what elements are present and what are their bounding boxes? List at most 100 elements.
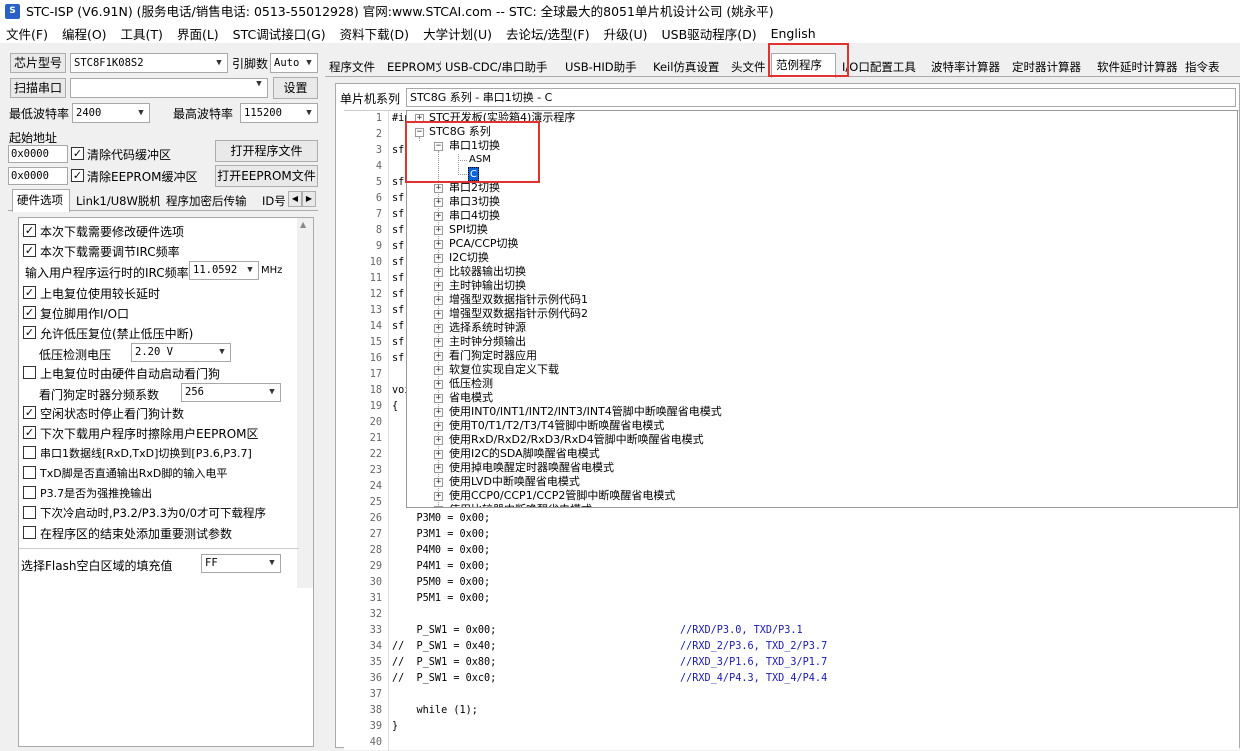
expand-icon[interactable]: +: [434, 240, 443, 249]
option-row[interactable]: ✓ 本次下载需要调节IRC频率: [21, 242, 291, 260]
pin-count-select[interactable]: Auto ▼: [270, 53, 318, 73]
start-address-input-2[interactable]: 0x0000: [8, 167, 68, 185]
option-row[interactable]: ✓ 复位脚用作I/O口: [21, 304, 291, 322]
expand-icon[interactable]: +: [434, 338, 443, 347]
tree-node-item[interactable]: 增强型双数据指针示例代码1: [449, 293, 588, 307]
expand-icon[interactable]: +: [434, 198, 443, 207]
expand-icon[interactable]: +: [434, 464, 443, 473]
top-tab-7[interactable]: I/O口配置工具: [838, 56, 927, 77]
option-checkbox[interactable]: [23, 366, 36, 379]
irc-frequency-select[interactable]: 11.0592 ▼: [189, 261, 259, 280]
tree-node-item[interactable]: 使用INT0/INT1/INT2/INT3/INT4管脚中断唤醒省电模式: [449, 405, 722, 419]
flash-fill-select[interactable]: FF ▼: [201, 554, 281, 573]
settings-button[interactable]: 设置: [273, 77, 318, 99]
tree-node-item[interactable]: 使用LVD中断唤醒省电模式: [449, 475, 580, 489]
tab-hardware-options[interactable]: 硬件选项: [12, 189, 70, 212]
tree-node-item[interactable]: 主时钟输出切换: [449, 279, 526, 293]
min-baud-select[interactable]: 2400 ▼: [72, 103, 150, 123]
max-baud-select[interactable]: 115200 ▼: [240, 103, 318, 123]
example-tree-dropdown[interactable]: + STC开发板(实验箱4)演示程序 − STC8G 系列 − 串口1切换 ASM C + 串口2…: [406, 110, 1238, 508]
expand-icon[interactable]: +: [434, 310, 443, 319]
top-tab-11[interactable]: 指令表: [1181, 56, 1237, 77]
option-checkbox[interactable]: ✓: [23, 406, 36, 419]
expand-icon[interactable]: +: [434, 296, 443, 305]
option-row[interactable]: 下次冷启动时,P3.2/P3.3为0/0才可下载程序: [21, 504, 291, 522]
series-select[interactable]: STC8G 系列 - 串口1切换 - C: [406, 88, 1236, 107]
option-row[interactable]: 串口1数据线[RxD,TxD]切换到[P3.6,P3.7]: [21, 444, 291, 462]
scroll-up-icon[interactable]: ▲: [300, 220, 306, 229]
menu-item-6[interactable]: 大学计划(U): [423, 24, 492, 43]
tab-link1-offline[interactable]: Link1/U8W脱机: [72, 191, 160, 211]
clear-code-checkbox[interactable]: ✓: [71, 147, 84, 160]
tree-node-item[interactable]: 使用掉电唤醒定时器唤醒省电模式: [449, 461, 614, 475]
expand-icon[interactable]: +: [415, 114, 424, 123]
menu-item-3[interactable]: 界面(L): [177, 24, 219, 43]
chip-model-button[interactable]: 芯片型号: [10, 53, 66, 73]
option-checkbox[interactable]: ✓: [23, 244, 36, 257]
option-row[interactable]: ✓ 允许低压复位(禁止低压中断): [21, 324, 291, 342]
expand-icon[interactable]: +: [434, 268, 443, 277]
expand-icon[interactable]: +: [434, 226, 443, 235]
tree-node-item[interactable]: 看门狗定时器应用: [449, 349, 537, 363]
option-row[interactable]: 上电复位时由硬件自动启动看门狗: [21, 364, 291, 382]
option-row[interactable]: ✓ 上电复位使用较长延时: [21, 284, 291, 302]
collapse-icon[interactable]: −: [415, 128, 424, 137]
option-checkbox[interactable]: ✓: [23, 426, 36, 439]
collapse-icon[interactable]: −: [434, 142, 443, 151]
expand-icon[interactable]: +: [434, 422, 443, 431]
tree-node-item[interactable]: 使用I2C的SDA脚唤醒省电模式: [449, 447, 600, 461]
tree-node-item[interactable]: 使用CCP0/CCP1/CCP2管脚中断唤醒省电模式: [449, 489, 675, 503]
tree-node-item[interactable]: PCA/CCP切换: [449, 237, 519, 251]
tree-node-item[interactable]: 增强型双数据指针示例代码2: [449, 307, 588, 321]
tree-node-item[interactable]: 选择系统时钟源: [449, 321, 526, 335]
top-tab-3[interactable]: USB-HID助手: [561, 56, 649, 77]
tree-node-item[interactable]: 串口4切换: [449, 209, 500, 223]
tree-node-item[interactable]: 使用比较器中断唤醒省电模式: [449, 503, 592, 507]
top-tab-1[interactable]: EEPROM文件: [383, 56, 441, 77]
option-row[interactable]: ✓ 下次下载用户程序时擦除用户EEPROM区: [21, 424, 291, 442]
tab-scroll-left-icon[interactable]: ◀: [288, 191, 302, 207]
open-eeprom-file-button[interactable]: 打开EEPROM文件: [215, 165, 318, 187]
expand-icon[interactable]: +: [434, 380, 443, 389]
option-checkbox[interactable]: ✓: [23, 326, 36, 339]
top-tab-2[interactable]: USB-CDC/串口助手: [441, 56, 561, 77]
expand-icon[interactable]: +: [434, 352, 443, 361]
expand-icon[interactable]: +: [434, 394, 443, 403]
tree-node-item[interactable]: 串口2切换: [449, 181, 500, 195]
start-address-input-1[interactable]: 0x0000: [8, 145, 68, 163]
tree-node-item[interactable]: 省电模式: [449, 391, 493, 405]
menu-item-8[interactable]: 升级(U): [604, 24, 648, 43]
top-tab-8[interactable]: 波特率计算器: [927, 56, 1008, 77]
tree-node-item[interactable]: 使用RxD/RxD2/RxD3/RxD4管脚中断唤醒省电模式: [449, 433, 704, 447]
tree-node-asm[interactable]: ASM: [469, 153, 491, 167]
menu-item-4[interactable]: STC调试接口(G): [233, 24, 326, 43]
tree-node-uart1-switch[interactable]: 串口1切换: [449, 139, 500, 153]
expand-icon[interactable]: +: [434, 324, 443, 333]
expand-icon[interactable]: +: [434, 184, 443, 193]
menu-item-1[interactable]: 编程(O): [62, 24, 107, 43]
option-row[interactable]: 在程序区的结束处添加重要测试参数: [21, 524, 291, 542]
options-scrollbar[interactable]: ▲: [297, 218, 313, 588]
tree-node-item[interactable]: SPI切换: [449, 223, 488, 237]
clear-eeprom-checkbox[interactable]: ✓: [71, 169, 84, 182]
expand-icon[interactable]: +: [434, 450, 443, 459]
expand-icon[interactable]: +: [434, 478, 443, 487]
option-checkbox[interactable]: [23, 486, 36, 499]
expand-icon[interactable]: +: [434, 212, 443, 221]
tree-node-item[interactable]: 串口3切换: [449, 195, 500, 209]
option-checkbox[interactable]: [23, 506, 36, 519]
tree-node-item[interactable]: 低压检测: [449, 377, 493, 391]
option-checkbox[interactable]: ✓: [23, 224, 36, 237]
top-tab-6[interactable]: 范例程序: [771, 53, 836, 78]
tree-node-item[interactable]: 使用T0/T1/T2/T3/T4管脚中断唤醒省电模式: [449, 419, 664, 433]
menu-item-7[interactable]: 去论坛/选型(F): [506, 24, 590, 43]
top-tab-10[interactable]: 软件延时计算器: [1093, 56, 1181, 77]
option-checkbox[interactable]: ✓: [23, 306, 36, 319]
option-checkbox[interactable]: [23, 526, 36, 539]
tab-scroll-right-icon[interactable]: ▶: [302, 191, 316, 207]
tree-node-c-selected[interactable]: C: [468, 167, 479, 181]
option-row[interactable]: ✓ 空闲状态时停止看门狗计数: [21, 404, 291, 422]
option-checkbox[interactable]: [23, 466, 36, 479]
low-voltage-select[interactable]: 2.20 V ▼: [131, 343, 231, 362]
top-tab-4[interactable]: Keil仿真设置: [649, 56, 727, 77]
